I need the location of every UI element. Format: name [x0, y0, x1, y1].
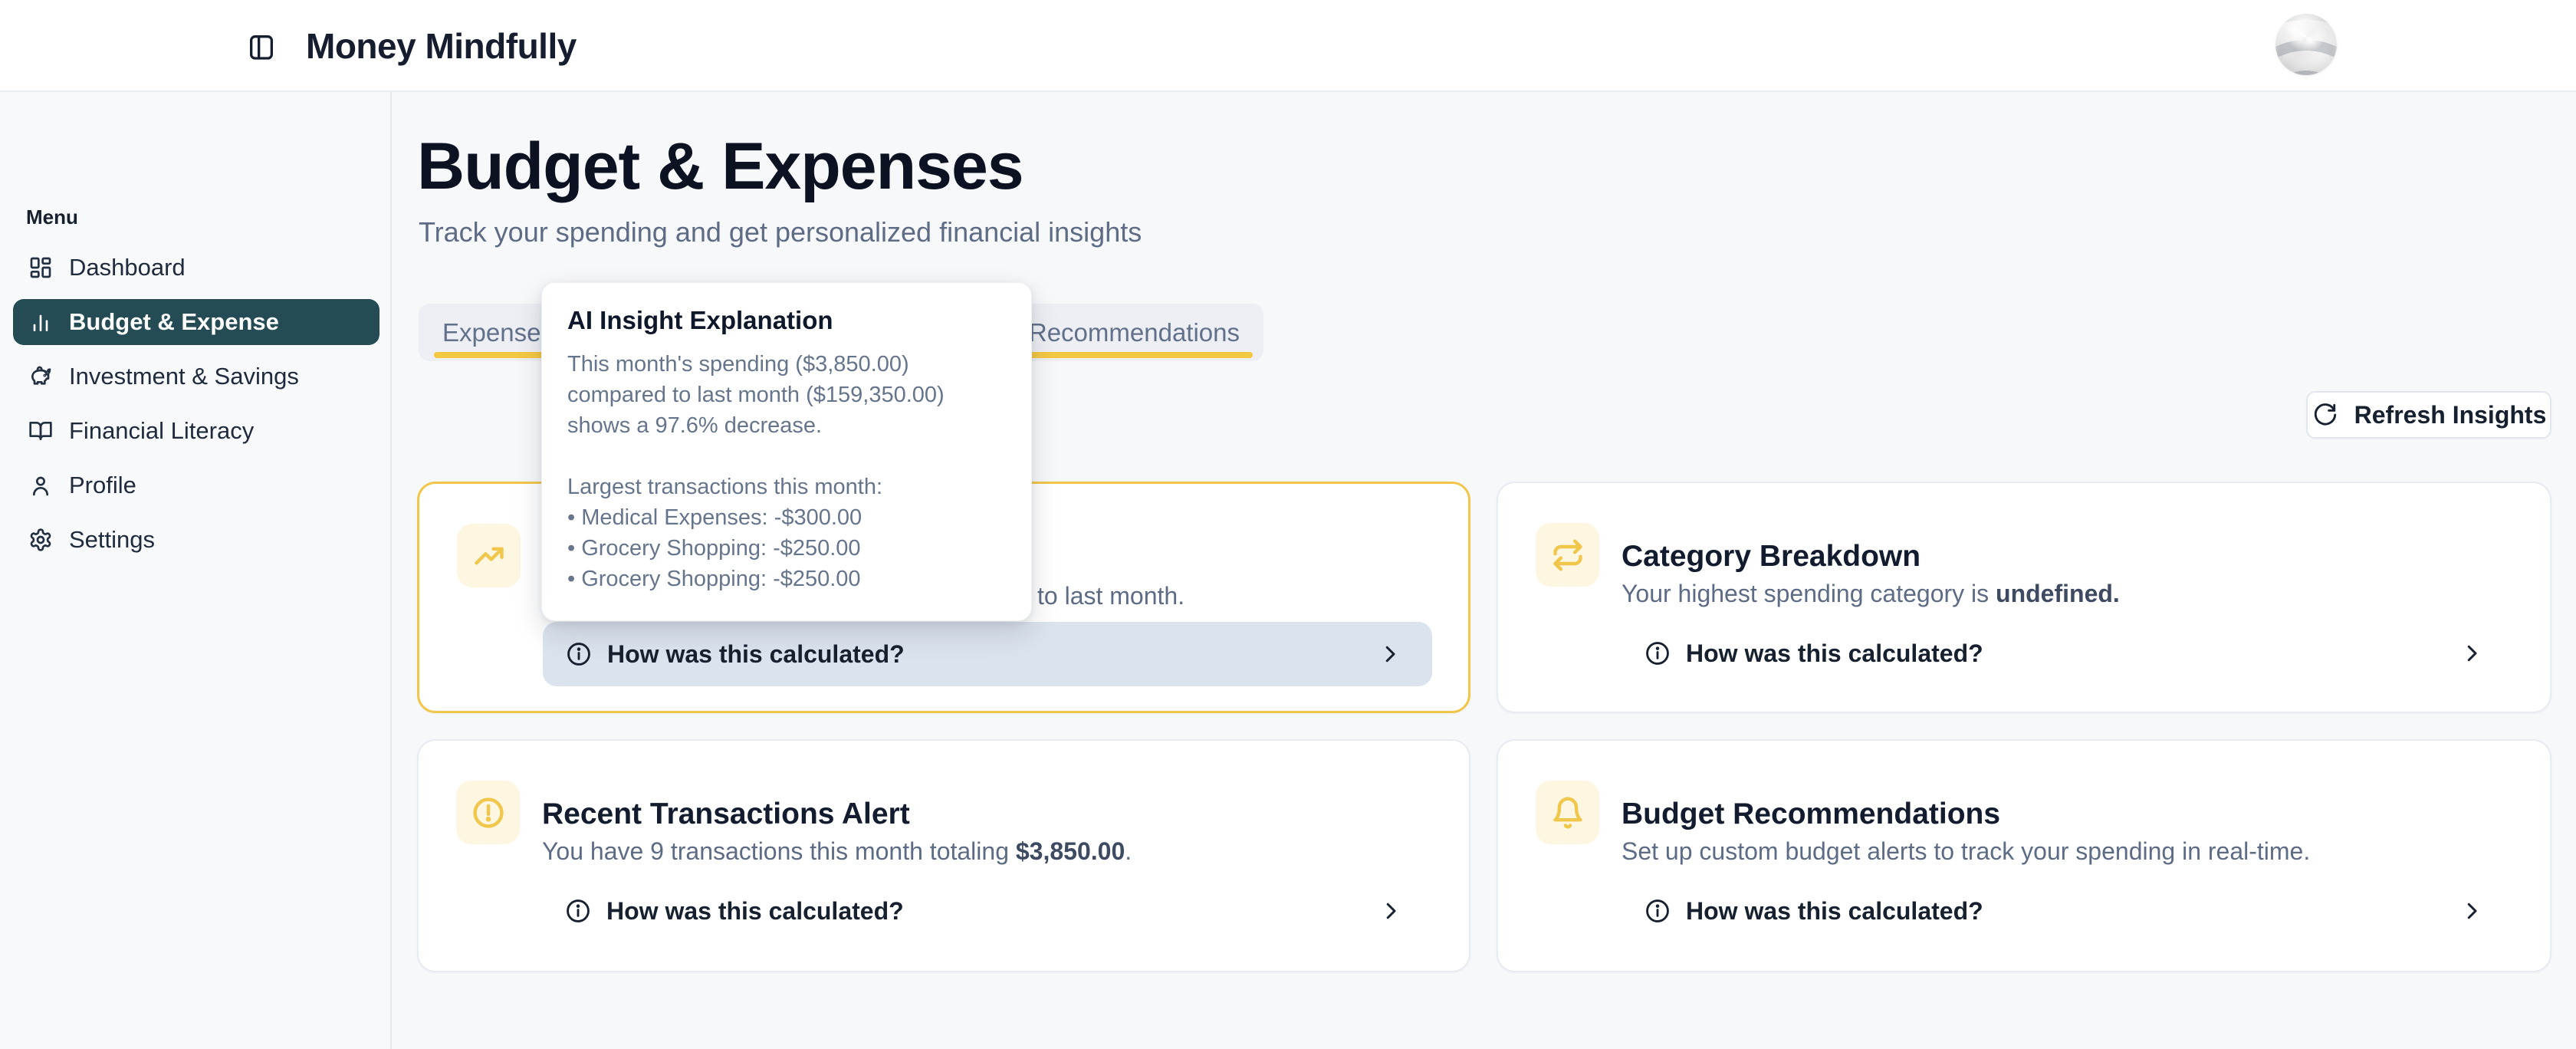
card-budget-recommendations: Budget Recommendations Set up custom bud… — [1497, 739, 2551, 972]
card-body: Your highest spending category is undefi… — [1622, 578, 2504, 609]
bar-chart-icon — [28, 310, 53, 334]
card-body-value: undefined. — [1996, 580, 2120, 607]
sidebar-item-dashboard[interactable]: Dashboard — [13, 245, 380, 291]
how-calculated-label: How was this calculated? — [607, 640, 1378, 669]
top-header: Money Mindfully — [0, 0, 2576, 92]
trending-up-icon — [472, 539, 506, 573]
sidebar-item-financial-literacy[interactable]: Financial Literacy — [13, 408, 380, 454]
sidebar-toggle-button[interactable] — [244, 29, 279, 64]
tooltip-bullet: • Grocery Shopping: -$250.00 — [567, 564, 1010, 594]
how-calculated-row[interactable]: How was this calculated? — [1622, 621, 2514, 686]
sidebar-item-label: Profile — [69, 472, 136, 499]
sidebar-item-budget-expense[interactable]: Budget & Expense — [13, 299, 380, 345]
sidebar-item-label: Financial Literacy — [69, 417, 254, 445]
card-body: You have 9 transactions this month total… — [542, 836, 1423, 866]
app-root: Money Mindfully Menu Dashboard — [0, 0, 2576, 1049]
chevron-right-icon — [1379, 899, 1402, 922]
chevron-right-icon — [2460, 899, 2483, 922]
ai-insight-tooltip: AI Insight Explanation This month's spen… — [541, 282, 1032, 621]
how-calculated-label: How was this calculated? — [1686, 640, 2460, 668]
sidebar-item-label: Investment & Savings — [69, 363, 299, 390]
card-title: Recent Transactions Alert — [542, 797, 910, 831]
card-icon-box — [456, 781, 520, 844]
card-category-breakdown: Category Breakdown Your highest spending… — [1497, 482, 2551, 713]
card-icon-box — [1536, 781, 1599, 844]
dashboard-grid-icon — [28, 255, 53, 280]
chevron-right-icon — [2460, 642, 2483, 665]
card-title: Budget Recommendations — [1622, 797, 2000, 831]
tooltip-list-intro: Largest transactions this month: — [567, 472, 1010, 502]
card-icon-box — [457, 524, 521, 587]
user-avatar[interactable] — [2275, 14, 2337, 75]
app-title: Money Mindfully — [306, 25, 577, 67]
open-book-icon — [28, 419, 53, 443]
how-calculated-label: How was this calculated? — [1686, 897, 2460, 926]
bell-icon — [1551, 796, 1585, 830]
refresh-insights-label: Refresh Insights — [2354, 401, 2547, 429]
how-calculated-label: How was this calculated? — [606, 897, 1379, 926]
info-icon — [565, 898, 591, 924]
card-recent-transactions: Recent Transactions Alert You have 9 tra… — [417, 739, 1470, 972]
sidebar-item-settings[interactable]: Settings — [13, 517, 380, 563]
tooltip-bullet: • Grocery Shopping: -$250.00 — [567, 533, 1010, 564]
card-body: Set up custom budget alerts to track you… — [1622, 836, 2504, 866]
card-body-fragment: to last month. — [1037, 580, 1184, 611]
sidebar-section-label: Menu — [26, 206, 78, 229]
how-calculated-row[interactable]: How was this calculated? — [1622, 879, 2514, 943]
alert-circle-icon — [472, 796, 505, 830]
tooltip-paragraph: This month's spending ($3,850.00) compar… — [567, 349, 1010, 441]
sidebar-item-label: Settings — [69, 526, 155, 554]
how-calculated-row[interactable]: How was this calculated? — [542, 879, 1433, 943]
sidebar-item-label: Budget & Expense — [69, 308, 279, 336]
sidebar-nav: Dashboard Budget & Expense Investment & … — [13, 245, 380, 571]
sidebar-item-label: Dashboard — [69, 254, 186, 281]
tooltip-title: AI Insight Explanation — [567, 306, 1010, 335]
user-icon — [28, 473, 53, 498]
info-icon — [566, 641, 592, 667]
chevron-right-icon — [1378, 643, 1401, 666]
refresh-insights-button[interactable]: Refresh Insights — [2306, 391, 2551, 439]
panel-left-icon — [246, 31, 277, 62]
how-calculated-row[interactable]: How was this calculated? — [543, 622, 1432, 686]
sidebar-item-profile[interactable]: Profile — [13, 462, 380, 508]
info-icon — [1644, 898, 1671, 924]
card-body-value: $3,850.00 — [1016, 837, 1125, 865]
refresh-icon — [2312, 402, 2338, 428]
tooltip-bullet: • Medical Expenses: -$300.00 — [567, 502, 1010, 533]
card-icon-box — [1536, 523, 1599, 587]
info-icon — [1644, 640, 1671, 666]
page-title: Budget & Expenses — [417, 129, 1024, 205]
card-title: Category Breakdown — [1622, 540, 1921, 574]
sidebar: Menu Dashboard Budget & Expense — [0, 92, 392, 1049]
page-subtitle: Track your spending and get personalized… — [419, 216, 1142, 248]
repeat-cycle-icon — [1551, 538, 1585, 572]
sidebar-item-investment-savings[interactable]: Investment & Savings — [13, 354, 380, 400]
piggy-bank-icon — [28, 364, 53, 389]
gear-icon — [28, 528, 53, 552]
